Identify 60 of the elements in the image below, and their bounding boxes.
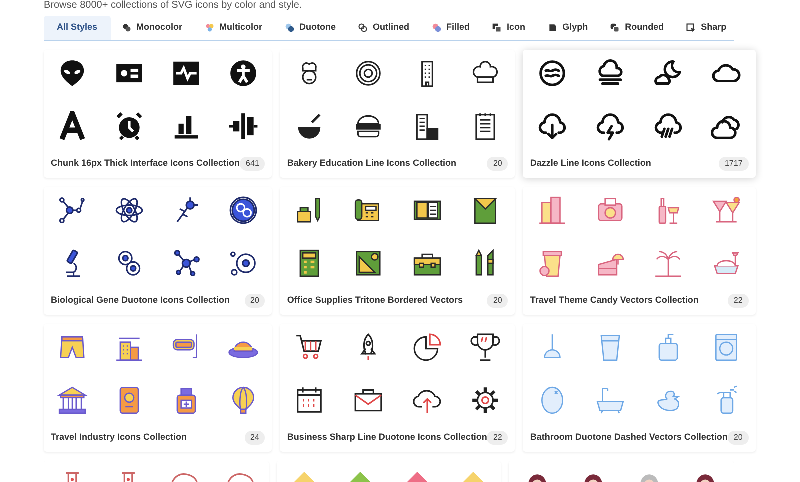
collection-card[interactable]: Office Supplies Tritone Bordered Vectors 20: [280, 187, 516, 315]
collection-card[interactable]: Bathroom Duotone Dashed Vectors Collection 20: [523, 324, 756, 452]
icon-count: 24: [244, 431, 266, 445]
squares-icon: [492, 23, 502, 33]
collection-card[interactable]: Dazzle Line Icons Collection 1717: [523, 50, 756, 178]
collection-card[interactable]: Chunk 16px Thick Interface Icons Collection 641: [44, 50, 272, 178]
align-icon: [228, 110, 260, 142]
intro-text: Browse 8000+ collections of SVG icons by color and style.: [44, 0, 304, 12]
collection-card[interactable]: Travel Industry Icons Collection 24: [44, 324, 272, 452]
style-tab[interactable]: Multicolor: [194, 16, 274, 40]
icon-count: 20: [487, 157, 508, 171]
collection-title[interactable]: Biological Gene Duotone Icons Collection: [51, 294, 230, 308]
collection-title[interactable]: Business Sharp Line Duotone Icons Collection: [287, 431, 488, 445]
cell-icon: [228, 194, 260, 226]
style-tab[interactable]: Monocolor: [110, 16, 194, 40]
person-icon: [228, 58, 260, 88]
palette-icon: [284, 23, 295, 33]
trophy-icon: [470, 332, 502, 362]
cloud-download-icon: [536, 110, 568, 142]
squares-icon: [610, 23, 620, 33]
pie-chart-icon: [412, 332, 443, 362]
collection-card[interactable]: Biological Gene Duotone Icons Collection 20: [44, 187, 272, 315]
collection-title[interactable]: Bakery Education Line Icons Collection: [287, 157, 456, 171]
collection-card[interactable]: Bakery Education Line Icons Collection 20: [280, 50, 516, 178]
icon-count: 641: [240, 157, 266, 171]
style-tab[interactable]: Sharp: [675, 16, 738, 40]
style-tab[interactable]: Outlined: [347, 16, 421, 40]
cloud-lightning-icon: [595, 110, 626, 142]
collection-title[interactable]: Chunk 16px Thick Interface Icons Collection: [51, 157, 240, 171]
icon-count: 20: [244, 294, 266, 308]
style-tab[interactable]: Icon: [481, 16, 537, 40]
style-tab[interactable]: Filled: [420, 16, 482, 40]
icon-count: 20: [487, 294, 508, 308]
style-tab[interactable]: Glyph: [536, 16, 600, 40]
cocktail-icon: [711, 194, 742, 226]
haze-icon: [536, 58, 568, 88]
buildings-icon: [536, 194, 568, 226]
collection-title[interactable]: Travel Theme Candy Vectors Collection: [530, 294, 699, 308]
icon-count: 22: [728, 294, 749, 308]
collection-title[interactable]: Dazzle Line Icons Collection: [530, 157, 652, 171]
collection-title[interactable]: Bathroom Duotone Dashed Vectors Collection: [530, 431, 728, 445]
palette-icon: [204, 23, 215, 33]
palette-icon: [122, 23, 132, 33]
collection-card[interactable]: Travel Theme Candy Vectors Collection 22: [523, 187, 756, 315]
square-cursor-icon: [686, 23, 696, 33]
settings-icon: [470, 384, 502, 416]
style-tab[interactable]: All Styles: [44, 16, 111, 40]
shape-icon: [548, 23, 558, 33]
icon-count: 22: [487, 431, 508, 445]
style-tab[interactable]: Rounded: [599, 16, 676, 40]
style-tab[interactable]: Duotone: [274, 16, 348, 40]
bank-icon: [57, 384, 88, 416]
collection-card[interactable]: Business Sharp Line Duotone Icons Collection 22: [280, 324, 516, 452]
collection-title[interactable]: Office Supplies Tritone Bordered Vectors: [287, 294, 463, 308]
palette-icon: [432, 23, 442, 33]
icon-count: 1717: [718, 157, 749, 171]
palette-icon: [358, 23, 368, 33]
icon-count: 20: [728, 431, 749, 445]
collection-title[interactable]: Travel Industry Icons Collection: [51, 431, 188, 445]
pill-icon: [225, 472, 256, 482]
